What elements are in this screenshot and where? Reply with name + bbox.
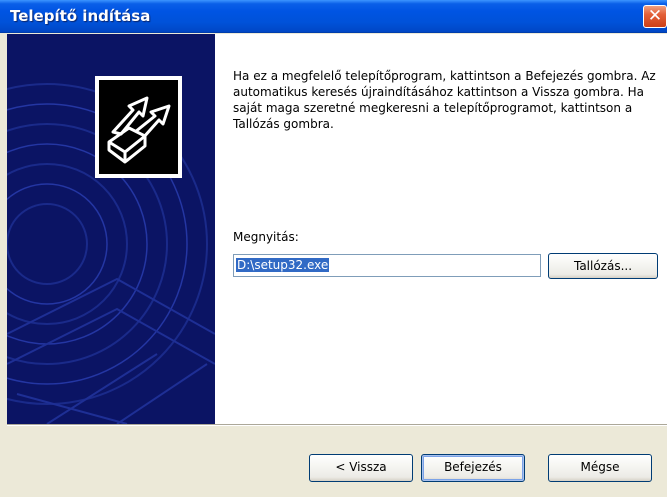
wizard-side-panel [7,34,215,424]
open-path-input[interactable]: D:\setup32.exe [233,254,541,277]
wizard-content: Ha ez a megfelelő telepítőprogram, katti… [215,34,667,424]
back-button[interactable]: < Vissza [309,454,413,482]
open-path-value: D:\setup32.exe [236,258,330,272]
setup-wizard-icon [95,76,182,178]
close-icon: ✕ [647,6,663,26]
browse-button[interactable]: Tallózás... [548,253,658,279]
instruction-text: Ha ez a megfelelő telepítőprogram, katti… [233,69,656,131]
title-bar[interactable]: Telepítő indítása ✕ [0,0,667,33]
arrow-box-icon [99,80,178,174]
cancel-button[interactable]: Mégse [548,454,652,482]
open-field-label: Megnyitás: [233,230,299,244]
close-button[interactable]: ✕ [643,5,667,28]
finish-button[interactable]: Befejezés [421,454,525,482]
window-title: Telepítő indítása [10,7,151,25]
button-separator [7,424,667,426]
setup-dialog: Telepítő indítása ✕ Ha ez a megfelelő te… [0,0,667,497]
